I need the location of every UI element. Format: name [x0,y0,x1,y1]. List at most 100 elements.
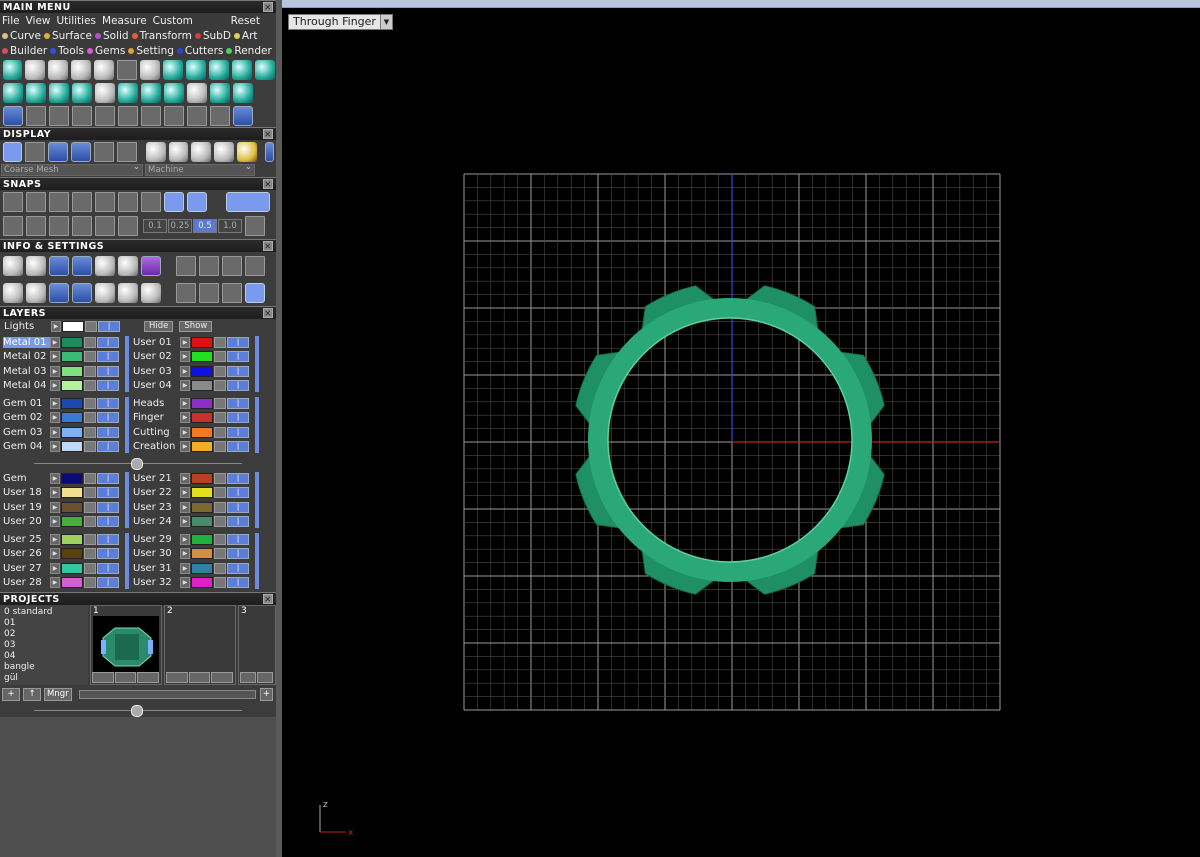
lock-icon[interactable] [84,548,96,560]
play-icon[interactable]: ▶ [50,426,60,438]
material-icon[interactable] [214,141,235,162]
layer-name[interactable]: User 03 [133,366,180,377]
lock-icon[interactable] [84,426,96,438]
tool-icon[interactable] [48,59,69,80]
layer-row[interactable]: Cutting ▶ | [130,425,254,440]
filter-icon[interactable] [94,282,115,303]
layer-name[interactable]: Gem [3,473,50,484]
info-icon[interactable] [175,255,196,276]
add-icon[interactable] [166,672,188,683]
material-icon[interactable] [191,141,212,162]
tool-icon[interactable] [71,105,92,126]
snap-icon[interactable] [71,216,92,236]
layer-color-swatch[interactable] [61,336,83,348]
material-icon[interactable] [237,141,257,162]
info-icon[interactable] [117,282,138,303]
tool-icon[interactable] [117,82,138,103]
tool-icon[interactable] [2,82,23,103]
move-icon[interactable] [94,105,115,126]
info-icon[interactable] [94,255,115,276]
snap-icon[interactable] [48,191,69,212]
lock-icon[interactable] [84,380,96,392]
visibility-toggle[interactable]: | [97,501,119,513]
layer-color-swatch[interactable] [191,336,213,348]
category-builder[interactable]: Builder [2,45,47,57]
snap-value-1.0[interactable]: 1.0 [218,219,242,233]
menu-measure[interactable]: Measure [102,15,147,27]
lock-icon[interactable] [214,516,226,528]
close-icon[interactable]: ✕ [263,308,273,318]
layer-color-swatch[interactable] [61,501,83,513]
project-list-item[interactable]: 03 [4,640,84,651]
add-project-button[interactable]: + [2,687,20,701]
lock-icon[interactable] [84,562,96,574]
tool-icon[interactable] [71,59,92,80]
visibility-toggle[interactable]: | [227,380,249,392]
layer-group-bar[interactable] [125,397,129,453]
layer-group-bar[interactable] [125,472,129,528]
tool-icon[interactable] [25,59,46,80]
close-icon[interactable]: ✕ [263,129,273,139]
info-icon[interactable] [71,282,92,303]
visibility-toggle[interactable]: | [227,426,249,438]
lock-icon[interactable] [84,351,96,363]
layer-color-swatch[interactable] [191,397,213,409]
project-list[interactable]: 0 standard 01 02 03 04 bangle gül [0,605,88,685]
tool-icon[interactable] [48,82,69,103]
visibility-toggle[interactable]: | [97,397,119,409]
material-dropdown[interactable]: Machine [145,162,255,176]
play-icon[interactable]: ▶ [180,397,190,409]
play-icon[interactable]: ▶ [50,501,60,513]
menu-utilities[interactable]: Utilities [57,15,97,27]
lock-icon[interactable] [84,441,96,453]
layer-name[interactable]: User 24 [133,516,180,527]
play-icon[interactable]: ▶ [50,397,60,409]
layer-row[interactable]: Metal 03 ▶ | [0,364,124,379]
play-icon[interactable]: ▶ [180,426,190,438]
tool-icon[interactable] [117,59,138,80]
display-mode-icon[interactable] [71,141,91,162]
play-icon[interactable]: ▶ [51,321,61,332]
layer-group-bar[interactable] [255,336,259,392]
visibility-toggle[interactable]: | [98,321,120,332]
layer-color-swatch[interactable] [191,365,213,377]
visibility-toggle[interactable]: | [97,562,119,574]
add-icon[interactable] [92,672,114,683]
snap-icon[interactable] [140,191,161,212]
category-solid[interactable]: Solid [95,30,129,42]
info-icon[interactable] [221,255,242,276]
layer-color-swatch[interactable] [61,516,83,528]
lock-icon[interactable] [214,336,226,348]
play-icon[interactable]: ▶ [50,365,60,377]
snap-value-0.25[interactable]: 0.25 [168,219,192,233]
lock-icon[interactable] [214,397,226,409]
panel-divider[interactable] [0,703,276,717]
tool-icon[interactable] [163,105,184,126]
layer-color-swatch[interactable] [61,412,83,424]
play-icon[interactable]: ▶ [50,516,60,528]
tool-icon[interactable] [232,82,253,103]
layer-color-swatch[interactable] [191,562,213,574]
layer-row[interactable]: User 04 ▶ | [130,379,254,394]
add-icon[interactable] [240,672,256,683]
lock-icon[interactable] [84,487,96,499]
visibility-toggle[interactable]: | [97,548,119,560]
layer-row[interactable]: Metal 04 ▶ | [0,379,124,394]
grid-icon[interactable] [244,216,265,236]
layer-group-bar[interactable] [125,533,129,589]
snap-icon[interactable] [25,191,46,212]
visibility-toggle[interactable]: | [227,548,249,560]
display-toggle[interactable] [264,141,275,162]
layer-name[interactable]: User 32 [133,577,180,588]
layer-color-swatch[interactable] [191,501,213,513]
layer-color-swatch[interactable] [61,351,83,363]
snap-icon[interactable] [186,191,207,212]
visibility-toggle[interactable]: | [97,533,119,545]
play-icon[interactable]: ▶ [50,577,60,589]
lock-icon[interactable] [84,336,96,348]
layer-color-swatch[interactable] [191,516,213,528]
layer-row[interactable]: User 19 ▶ | [0,500,124,515]
layer-name[interactable]: Metal 03 [3,366,50,377]
tool-icon[interactable] [140,82,161,103]
close-icon[interactable] [211,672,234,683]
